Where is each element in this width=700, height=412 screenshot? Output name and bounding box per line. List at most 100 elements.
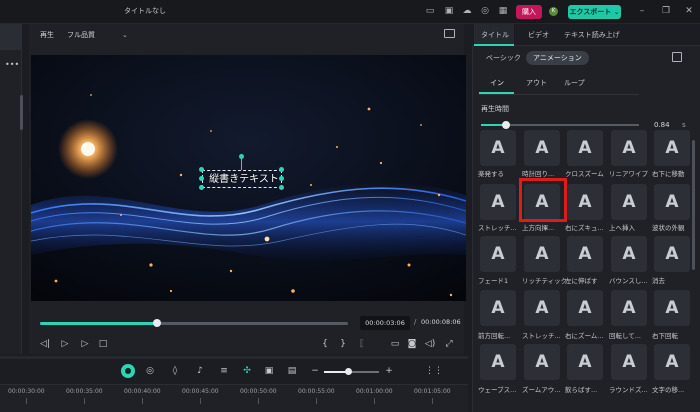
resize-handle-tr[interactable] <box>279 167 284 172</box>
cloud-icon[interactable]: ☁ <box>461 5 473 17</box>
render-icon[interactable]: ◎ <box>143 365 157 377</box>
fullscreen-quality-icon[interactable]: ⟦ <box>355 338 369 350</box>
playback-label: 再生 <box>40 31 54 39</box>
subtab-basic[interactable]: ベーシック <box>479 51 528 65</box>
volume-icon[interactable]: ◁) <box>423 338 437 350</box>
preset-label: ズームアウ... <box>522 386 561 394</box>
zoom-knob[interactable] <box>345 368 352 375</box>
preset-glyph: A <box>535 298 549 318</box>
save-icon[interactable]: ▣ <box>443 5 455 17</box>
zoom-in-button[interactable]: + <box>382 365 396 377</box>
tab-tts[interactable]: テキスト読み上げ <box>564 30 620 40</box>
preset-thumbnail[interactable]: A <box>567 290 603 326</box>
preset-thumbnail[interactable]: A <box>567 236 603 272</box>
restore-icon[interactable]: ❐ <box>660 5 672 17</box>
preset-thumbnail[interactable]: A <box>611 184 647 220</box>
preset-thumbnail[interactable]: A <box>611 290 647 326</box>
subtitle-icon[interactable]: ▤ <box>285 365 299 377</box>
preset-thumbnail[interactable]: A <box>524 236 560 272</box>
image-icon[interactable]: ▣ <box>262 365 276 377</box>
preset-thumbnail[interactable]: A <box>480 184 516 220</box>
resize-handle-br[interactable] <box>279 185 284 190</box>
preset-thumbnail[interactable]: A <box>654 184 690 220</box>
preset-thumbnail[interactable]: A <box>611 344 647 380</box>
buy-button[interactable]: 購入 <box>516 5 542 19</box>
close-icon[interactable]: ✕ <box>683 5 695 17</box>
tab-title[interactable]: タイトル <box>481 30 509 40</box>
preset-thumbnail[interactable]: A <box>524 130 560 166</box>
more-icon[interactable]: ••• <box>5 60 19 69</box>
preset-thumbnail[interactable]: A <box>480 290 516 326</box>
resize-handle-right[interactable] <box>279 176 284 181</box>
snap-icon[interactable]: ✣ <box>240 365 254 377</box>
avatar[interactable]: K <box>549 7 558 16</box>
phase-tab-divider <box>479 94 639 95</box>
preset-glyph: A <box>491 192 505 212</box>
play-icon[interactable]: ▷ <box>58 338 72 350</box>
phase-tab-loop[interactable]: ループ <box>564 78 585 88</box>
resize-handle-tl[interactable] <box>199 167 204 172</box>
camera-icon[interactable]: ◙ <box>405 338 419 350</box>
layout-icon[interactable]: ▭ <box>424 5 436 17</box>
preset-thumbnail[interactable]: A <box>611 236 647 272</box>
preset-glyph: A <box>578 352 592 372</box>
display-icon[interactable]: ▭ <box>388 338 402 350</box>
resize-handle-left[interactable] <box>199 176 204 181</box>
preset-thumbnail[interactable]: A <box>524 344 560 380</box>
phase-tab-in[interactable]: イン <box>490 78 504 88</box>
preset-thumbnail[interactable]: A <box>524 290 560 326</box>
preset-label: 飲らばす... <box>565 386 598 394</box>
microphone-icon[interactable]: ♪ <box>193 365 207 377</box>
duration-unit: s <box>682 121 686 129</box>
minimize-icon[interactable]: – <box>636 5 648 17</box>
chevron-down-icon[interactable]: ⌄ <box>122 28 128 42</box>
shield-icon[interactable]: ◊ <box>168 365 182 377</box>
subtab-animation[interactable]: アニメーション <box>526 51 589 65</box>
mark-out-button[interactable]: } <box>336 338 350 350</box>
mark-in-button[interactable]: { <box>318 338 332 350</box>
preset-thumbnail[interactable]: A <box>480 236 516 272</box>
progress-fill <box>40 322 158 325</box>
preset-thumbnail[interactable]: A <box>654 130 690 166</box>
preset-thumbnail[interactable]: A <box>611 130 647 166</box>
support-icon[interactable]: ◎ <box>479 5 491 17</box>
preset-thumbnail[interactable]: A <box>567 184 603 220</box>
tab-video[interactable]: ビデオ <box>528 30 549 40</box>
preset-glyph: A <box>578 298 592 318</box>
expand-icon[interactable]: ⤢ <box>442 338 456 350</box>
preset-thumbnail[interactable]: A <box>654 236 690 272</box>
progress-knob[interactable] <box>153 319 162 327</box>
preset-thumbnail[interactable]: A <box>567 344 603 380</box>
duration-value[interactable]: 0.84 <box>654 121 670 129</box>
preset-glyph: A <box>578 244 592 264</box>
grid-icon[interactable]: ⋮⋮ <box>425 365 443 377</box>
media-scrollbar[interactable] <box>20 95 23 130</box>
preset-thumbnail[interactable]: A <box>480 344 516 380</box>
resize-handle-bl[interactable] <box>199 185 204 190</box>
next-frame-icon[interactable]: ▷ <box>78 338 92 350</box>
gift-icon[interactable]: ▦ <box>497 5 509 17</box>
preset-thumbnail[interactable]: A <box>654 344 690 380</box>
save-preset-icon[interactable] <box>672 52 682 62</box>
preset-thumbnail[interactable]: A <box>567 130 603 166</box>
preset-label: 右下に移動 <box>652 170 685 178</box>
stop-icon[interactable]: □ <box>96 338 110 350</box>
smart-tool-icon[interactable]: ● <box>121 364 135 378</box>
export-button[interactable]: エクスポート ⌄ <box>568 5 621 19</box>
ruler-tick <box>316 398 317 404</box>
phase-tab-indicator <box>479 92 514 94</box>
panel-divider[interactable] <box>0 356 468 359</box>
prev-frame-icon[interactable]: ◁| <box>38 338 52 350</box>
preset-label: リニアワイプ <box>609 170 648 178</box>
zoom-out-button[interactable]: − <box>308 365 322 377</box>
phase-tab-out[interactable]: アウト <box>526 78 547 88</box>
overlay-text[interactable]: 縦書きテキスト <box>196 170 292 185</box>
media-tab-strip[interactable] <box>0 24 22 50</box>
ruler-tick <box>84 398 85 404</box>
preset-thumbnail[interactable]: A <box>654 290 690 326</box>
preset-scrollbar[interactable] <box>692 140 695 270</box>
list-icon[interactable]: ≡ <box>217 365 231 377</box>
image-icon[interactable] <box>444 29 455 38</box>
preset-thumbnail[interactable]: A <box>480 130 516 166</box>
preset-label: 時計回り... <box>522 170 555 178</box>
